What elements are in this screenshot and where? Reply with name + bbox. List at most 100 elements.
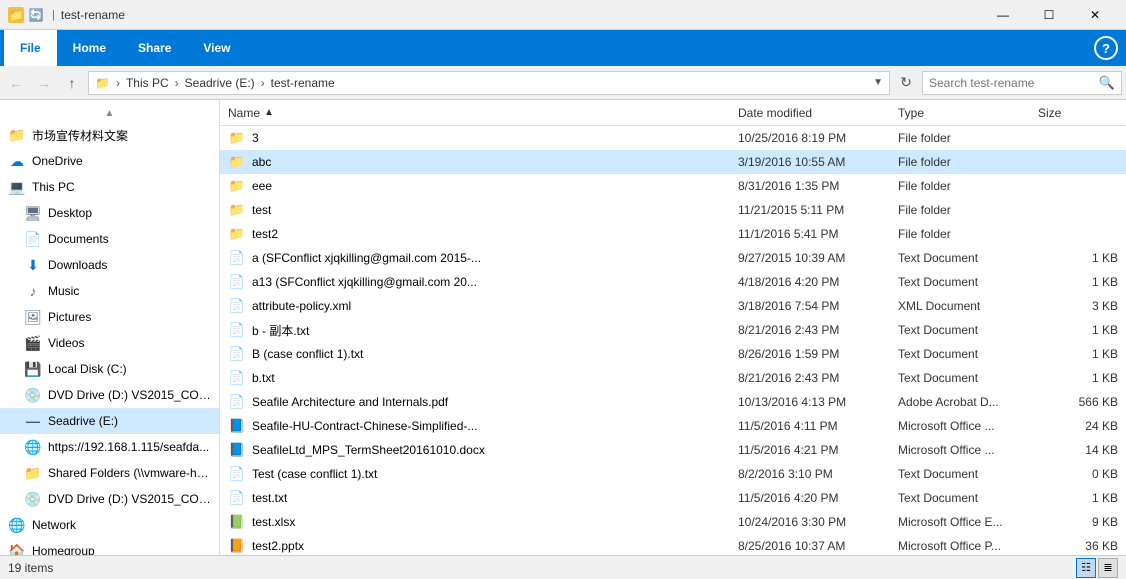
sidebar-item-network[interactable]: 🌐 Network (0, 512, 219, 538)
sidebar-item-label: Downloads (48, 258, 107, 272)
window-title: test-rename (61, 8, 125, 22)
minimize-button[interactable]: — (980, 0, 1026, 30)
view-list-button[interactable]: ≣ (1098, 558, 1118, 578)
table-row[interactable]: 📄 B (case conflict 1).txt 8/26/2016 1:59… (220, 342, 1126, 366)
table-row[interactable]: 📄 a13 (SFConflict xjqkilling@gmail.com 2… (220, 270, 1126, 294)
sidebar-item-homegroup[interactable]: 🏠 Homegroup (0, 538, 219, 555)
file-date: 11/21/2015 5:11 PM (738, 203, 898, 217)
tab-file[interactable]: File (4, 30, 57, 66)
path-test-rename[interactable]: test-rename (271, 76, 335, 90)
sidebar-item-label: Music (48, 284, 79, 298)
file-name: test.txt (252, 491, 738, 505)
homegroup-icon: 🏠 (8, 542, 26, 555)
file-size: 1 KB (1038, 371, 1118, 385)
table-row[interactable]: 📄 b.txt 8/21/2016 2:43 PM Text Document … (220, 366, 1126, 390)
tab-home[interactable]: Home (57, 30, 122, 66)
table-row[interactable]: 📁 test 11/21/2015 5:11 PM File folder (220, 198, 1126, 222)
table-row[interactable]: 📁 test2 11/1/2016 5:41 PM File folder (220, 222, 1126, 246)
file-name: B (case conflict 1).txt (252, 347, 738, 361)
col-header-date[interactable]: Date modified (738, 106, 898, 120)
sidebar-item-videos[interactable]: 🎬 Videos (0, 330, 219, 356)
file-type: Microsoft Office E... (898, 515, 1038, 529)
sidebar-item-pictures[interactable]: 🖼 Pictures (0, 304, 219, 330)
sidebar-item-dvd-d[interactable]: 💿 DVD Drive (D:) VS2015_COM_... (0, 382, 219, 408)
sidebar-scroll-up[interactable]: ▲ (0, 104, 219, 122)
forward-button[interactable]: → (32, 71, 56, 95)
table-row[interactable]: 📄 Test (case conflict 1).txt 8/2/2016 3:… (220, 462, 1126, 486)
path-seadrive[interactable]: Seadrive (E:) (185, 76, 255, 90)
thispc-icon: 💻 (8, 178, 26, 196)
sidebar-item-thispc[interactable]: 💻 This PC (0, 174, 219, 200)
table-row[interactable]: 📄 a (SFConflict xjqkilling@gmail.com 201… (220, 246, 1126, 270)
file-type: File folder (898, 227, 1038, 241)
sidebar-item-market-folder[interactable]: 📁 市场宣传材料文案 (0, 122, 219, 148)
sidebar-item-documents[interactable]: 📄 Documents (0, 226, 219, 252)
sidebar-item-desktop[interactable]: 🖥 Desktop (0, 200, 219, 226)
file-name: Test (case conflict 1).txt (252, 467, 738, 481)
up-button[interactable]: ↑ (60, 71, 84, 95)
tab-view[interactable]: View (187, 30, 246, 66)
file-size: 1 KB (1038, 275, 1118, 289)
table-row[interactable]: 📄 b - 副本.txt 8/21/2016 2:43 PM Text Docu… (220, 318, 1126, 342)
sidebar-item-https-seadrive[interactable]: 🌐 https://192.168.1.115/seafda... (0, 434, 219, 460)
sort-arrow: ▲ (264, 107, 274, 118)
col-header-type[interactable]: Type (898, 106, 1038, 120)
sidebar-item-music[interactable]: ♪ Music (0, 278, 219, 304)
tab-share[interactable]: Share (122, 30, 187, 66)
path-this-pc[interactable]: This PC (126, 76, 169, 90)
file-date: 8/2/2016 3:10 PM (738, 467, 898, 481)
sidebar-item-localdisk-c[interactable]: 💾 Local Disk (C:) (0, 356, 219, 382)
file-type: Microsoft Office P... (898, 539, 1038, 553)
file-date: 8/21/2016 2:43 PM (738, 323, 898, 337)
table-row[interactable]: 📗 test.xlsx 10/24/2016 3:30 PM Microsoft… (220, 510, 1126, 534)
file-type: Text Document (898, 491, 1038, 505)
file-name: 3 (252, 131, 738, 145)
table-row[interactable]: 📁 abc 3/19/2016 10:55 AM File folder (220, 150, 1126, 174)
table-row[interactable]: 📙 test2.pptx 8/25/2016 10:37 AM Microsof… (220, 534, 1126, 555)
path-dropdown-icon[interactable]: ▼ (873, 77, 883, 88)
sidebar-item-label: Homegroup (32, 544, 95, 555)
desktop-icon: 🖥 (24, 204, 42, 222)
file-type: Text Document (898, 347, 1038, 361)
table-row[interactable]: 📁 3 10/25/2016 8:19 PM File folder (220, 126, 1126, 150)
file-size: 1 KB (1038, 347, 1118, 361)
file-type: Text Document (898, 467, 1038, 481)
table-row[interactable]: 📘 Seafile-HU-Contract-Chinese-Simplified… (220, 414, 1126, 438)
file-list-container: Name ▲ Date modified Type Size 📁 3 10/25… (220, 100, 1126, 555)
refresh-button[interactable]: ↻ (894, 71, 918, 95)
undo-icon[interactable]: 🔄 (28, 7, 44, 23)
onedrive-icon: ☁ (8, 152, 26, 170)
sidebar-item-downloads[interactable]: ⬇ Downloads (0, 252, 219, 278)
sidebar-item-seadrive-e[interactable]: — Seadrive (E:) (0, 408, 219, 434)
https-icon: 🌐 (24, 438, 42, 456)
sidebar-item-label: Documents (48, 232, 109, 246)
sidebar-item-onedrive[interactable]: ☁ OneDrive (0, 148, 219, 174)
file-type: Text Document (898, 251, 1038, 265)
view-details-button[interactable]: ☷ (1076, 558, 1096, 578)
maximize-button[interactable]: ☐ (1026, 0, 1072, 30)
search-box[interactable]: 🔍 (922, 71, 1122, 95)
table-row[interactable]: 📄 test.txt 11/5/2016 4:20 PM Text Docume… (220, 486, 1126, 510)
col-header-size[interactable]: Size (1038, 106, 1118, 120)
sidebar-item-shared-folders[interactable]: 📁 Shared Folders (\\vmware-ho... (0, 460, 219, 486)
table-row[interactable]: 📘 SeafileLtd_MPS_TermSheet20161010.docx … (220, 438, 1126, 462)
file-date: 4/18/2016 4:20 PM (738, 275, 898, 289)
file-name: attribute-policy.xml (252, 299, 738, 313)
sidebar-item-label: Network (32, 518, 76, 532)
back-button[interactable]: ← (4, 71, 28, 95)
table-row[interactable]: 📄 attribute-policy.xml 3/18/2016 7:54 PM… (220, 294, 1126, 318)
file-name: b - 副本.txt (252, 322, 738, 339)
documents-icon: 📄 (24, 230, 42, 248)
search-input[interactable] (929, 76, 1099, 90)
help-button[interactable]: ? (1094, 36, 1118, 60)
status-bar: 19 items ☷ ≣ (0, 555, 1126, 579)
address-path[interactable]: 📁 › This PC › Seadrive (E:) › test-renam… (88, 71, 890, 95)
file-type-icon: 📄 (228, 321, 246, 339)
close-button[interactable]: ✕ (1072, 0, 1118, 30)
col-header-name[interactable]: Name ▲ (228, 106, 738, 120)
table-row[interactable]: 📁 eee 8/31/2016 1:35 PM File folder (220, 174, 1126, 198)
folder-icon: 📁 (8, 126, 26, 144)
sidebar-item-dvd-d2[interactable]: 💿 DVD Drive (D:) VS2015_COM_E... (0, 486, 219, 512)
table-row[interactable]: 📄 Seafile Architecture and Internals.pdf… (220, 390, 1126, 414)
sidebar-item-label: This PC (32, 180, 75, 194)
